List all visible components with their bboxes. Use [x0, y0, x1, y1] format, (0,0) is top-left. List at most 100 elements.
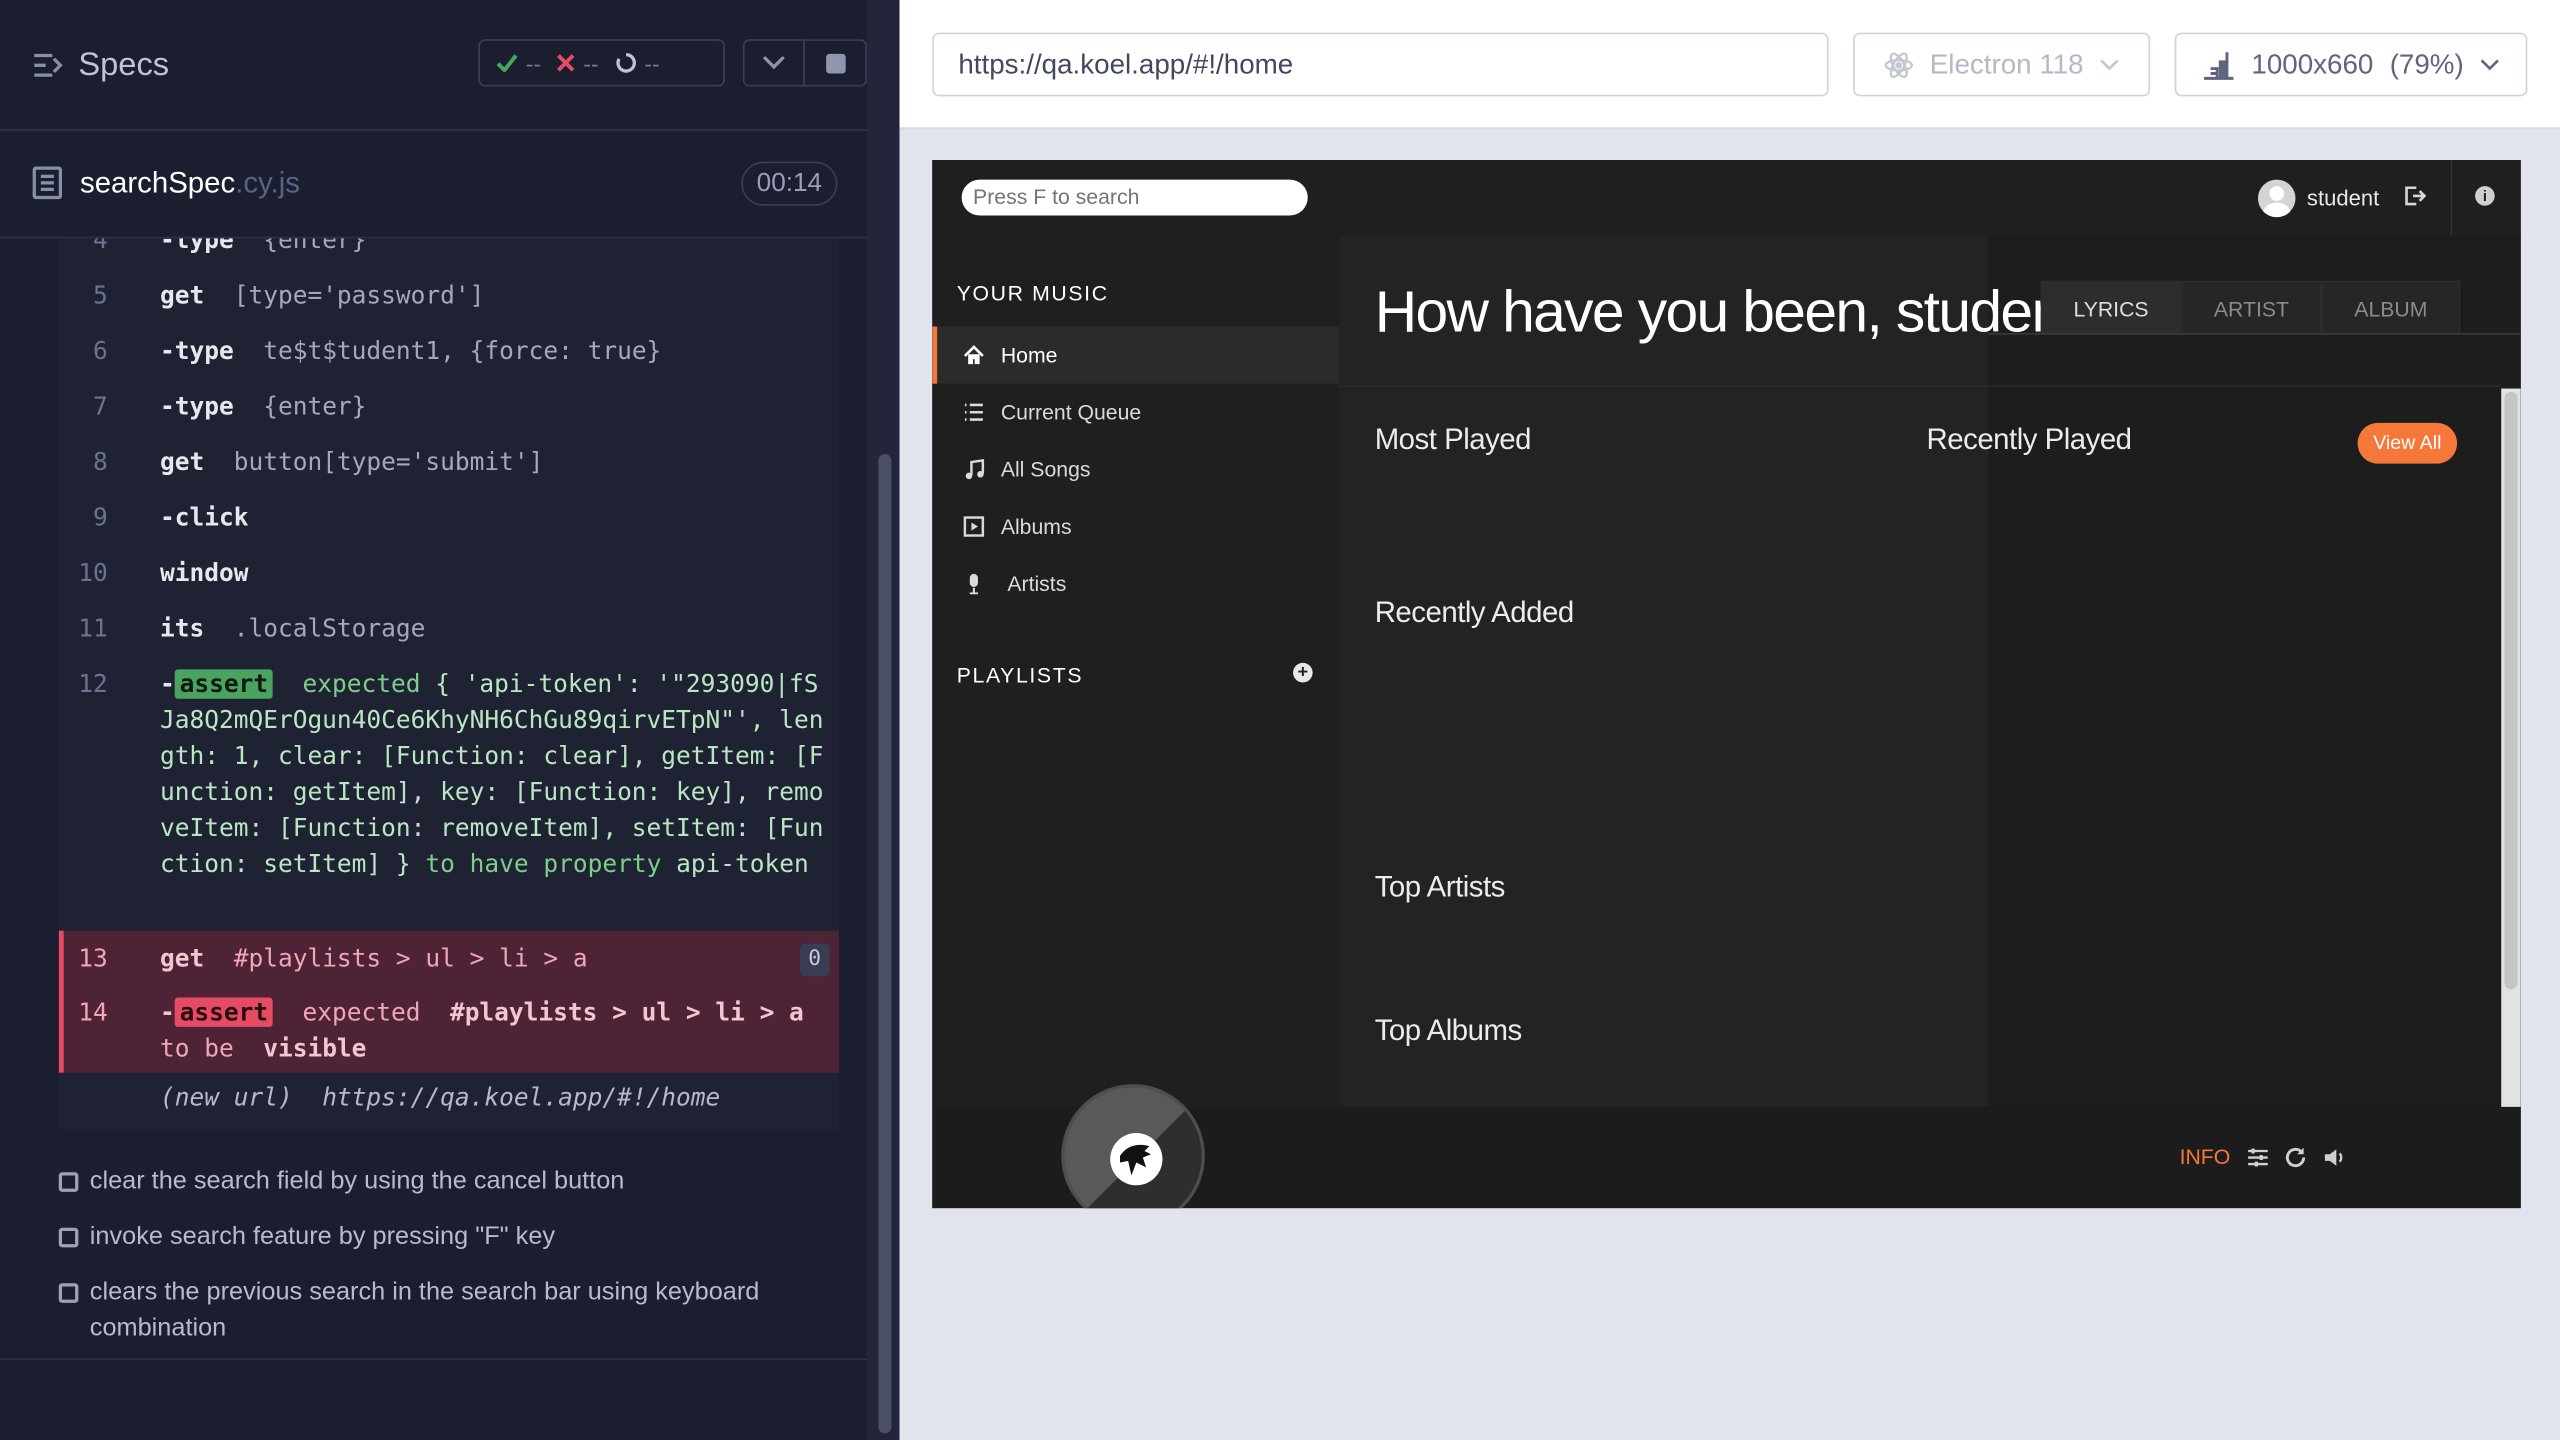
command-row[interactable]: 5 get [type='password'] [59, 278, 839, 314]
command-message: .localStorage [233, 613, 426, 644]
command-name: its [159, 613, 205, 644]
assert-property: api-token [676, 848, 809, 879]
spec-file-name[interactable]: searchSpec.cy.js [80, 167, 300, 201]
add-playlist-icon[interactable]: + [1293, 662, 1313, 683]
test-item[interactable]: invoke search feature by pressing "F" ke… [58, 1220, 826, 1256]
assert-badge-passed: assert [174, 669, 274, 699]
viewport-size: 1000x660 [2251, 48, 2374, 80]
assert-property: visible [263, 1033, 367, 1063]
passed-count: -- [525, 49, 541, 76]
test-item[interactable]: clears the previous search in the search… [58, 1275, 826, 1347]
divider [2450, 159, 2453, 236]
command-name: -type [159, 391, 234, 422]
extra-panel-tabs: LYRICS ARTIST ALBUM [2040, 280, 2461, 337]
x-icon [557, 54, 575, 72]
electron-icon [1884, 51, 1913, 78]
command-row[interactable]: 7 -type {enter} [59, 389, 839, 425]
new-url-event[interactable]: (new url) https://qa.koel.app/#!/home [160, 1082, 720, 1111]
pending-test-icon [58, 1283, 79, 1303]
file-icon [32, 166, 63, 200]
divider [0, 1358, 867, 1360]
info-toggle-button[interactable]: INFO [2180, 1144, 2231, 1168]
sidebar-item-albums[interactable]: Albums [932, 498, 1339, 555]
expand-collapse-button[interactable] [742, 39, 805, 87]
spinner-icon [615, 53, 636, 73]
reporter-scrollbar-thumb[interactable] [878, 453, 892, 1434]
assert-selector: #playlists > ul > li > a [449, 997, 804, 1027]
tab-artist[interactable]: ARTIST [2181, 280, 2322, 335]
element-count-badge: 0 [799, 943, 830, 977]
command-name: - [159, 997, 175, 1027]
command-row-failed-assert[interactable]: 14 - assert expected #playlists > ul > li … [58, 986, 840, 1073]
url-bar[interactable]: https://qa.koel.app/#!/home [932, 32, 1829, 97]
logout-icon[interactable] [2403, 184, 2427, 207]
command-name: get [159, 447, 205, 477]
test-item[interactable]: clear the search field by using the canc… [58, 1164, 826, 1200]
failed-count: -- [583, 49, 599, 76]
command-row-failed[interactable]: 13 get #playlists > ul > li > a 0 [58, 930, 840, 987]
command-row[interactable]: 11 its .localStorage [59, 611, 839, 647]
viewport-selector[interactable]: 1000x660 (79%) [2174, 32, 2528, 97]
stop-button[interactable] [804, 39, 867, 87]
command-row[interactable]: 4 -type {enter} [59, 238, 839, 258]
sidebar-item-label: All Songs [1000, 457, 1091, 482]
tab-lyrics[interactable]: LYRICS [2040, 280, 2182, 335]
view-all-button[interactable]: View All [2357, 422, 2458, 464]
sidebar-item-current-queue[interactable]: Current Queue [932, 384, 1339, 441]
divider [1988, 333, 2521, 335]
command-row[interactable]: 8 get button[type='submit'] [59, 444, 839, 480]
command-row[interactable]: 9 -click [59, 500, 839, 536]
spec-file-header: searchSpec.cy.js 00:14 [0, 131, 867, 239]
user-name[interactable]: student [2307, 186, 2379, 210]
app-header: student i [932, 159, 2521, 236]
your-music-heading: YOUR MUSIC [956, 280, 1109, 306]
command-number: 6 [93, 336, 108, 366]
album-icon [963, 516, 985, 537]
browser-name: Electron 118 [1929, 48, 2084, 80]
chevron-down-icon [2480, 58, 2499, 70]
specs-title[interactable]: Specs [78, 47, 169, 85]
sidebar-item-all-songs[interactable]: All Songs [932, 441, 1339, 498]
assert-expected-label: expected [302, 997, 421, 1027]
sidebar-item-label: Current Queue [1000, 399, 1142, 425]
microphone-icon [969, 573, 978, 595]
command-name: window [159, 558, 249, 588]
browser-selector[interactable]: Electron 118 [1853, 32, 2151, 97]
sidebar-item-artists[interactable]: Artists [932, 555, 1339, 612]
command-row[interactable]: 10 window [59, 555, 839, 591]
repeat-icon[interactable] [2284, 1146, 2307, 1169]
pending-test-icon [58, 1172, 79, 1192]
command-name: -click [159, 502, 249, 533]
koel-logo-icon [1110, 1133, 1163, 1186]
info-icon[interactable]: i [2475, 186, 2495, 206]
command-row[interactable]: 6 -type te$t$tudent1, {force: true} [59, 333, 839, 369]
sidebar-item-home[interactable]: Home [932, 326, 1339, 384]
failure-indicator-bar [58, 930, 64, 1073]
specs-list-icon[interactable] [33, 51, 66, 80]
album-cover[interactable] [1061, 1084, 1205, 1209]
extra-panel [1988, 235, 2521, 1107]
check-icon [496, 54, 518, 72]
volume-icon[interactable] [2323, 1146, 2346, 1169]
test-stats: -- -- -- [478, 39, 725, 87]
assert-expected-label: expected [302, 669, 421, 699]
command-name: get [159, 280, 205, 311]
command-message: te$t$tudent1, {force: true} [263, 336, 662, 366]
playlists-heading: PLAYLISTS [956, 662, 1084, 688]
sidebar-item-label: Artists [1007, 571, 1067, 596]
tab-album[interactable]: ALBUM [2321, 280, 2461, 335]
command-number: 11 [78, 613, 108, 644]
reporter-header: Specs -- -- -- [0, 0, 867, 131]
equalizer-icon[interactable] [2247, 1146, 2270, 1169]
viewport-icon [2204, 51, 2234, 80]
command-number: 7 [93, 391, 108, 422]
command-row-assert[interactable]: 12 - assert expected { 'api-token': '"2930… [59, 666, 839, 917]
pending-count: -- [644, 49, 660, 76]
main-scrollbar-thumb[interactable] [2504, 391, 2518, 990]
search-input[interactable] [961, 179, 1308, 216]
koel-app: student i YOUR MUSIC Home Current Queue … [932, 159, 2521, 1209]
command-number: 8 [93, 447, 108, 477]
avatar[interactable] [2257, 179, 2296, 218]
command-message: {enter} [263, 238, 367, 255]
command-number: 14 [78, 997, 108, 1027]
